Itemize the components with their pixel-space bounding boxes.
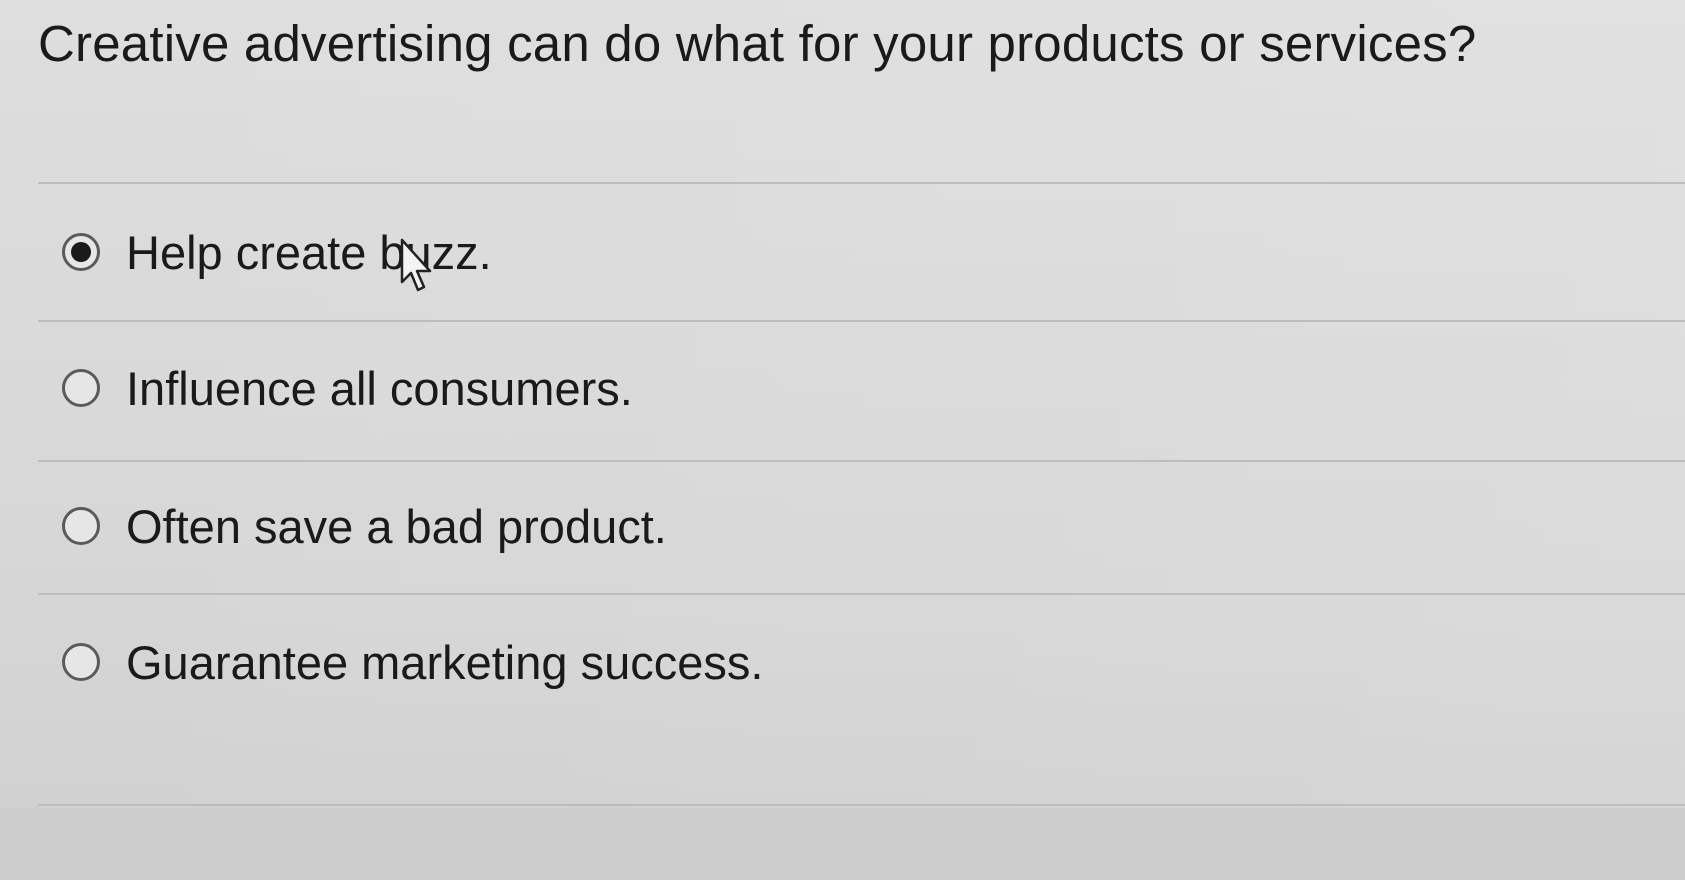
quiz-screen: Creative advertising can do what for you… [0, 0, 1685, 880]
radio-button[interactable] [62, 369, 100, 407]
radio-button[interactable] [62, 643, 100, 681]
answer-option-label: Help create buzz. [126, 225, 492, 279]
mouse-pointer-icon [400, 238, 432, 292]
answer-option-label: Influence all consumers. [126, 361, 633, 415]
divider [38, 460, 1685, 462]
radio-button-selected[interactable] [62, 233, 100, 271]
divider [38, 593, 1685, 595]
answer-option-3[interactable]: Often save a bad product. [62, 496, 667, 556]
answer-option-label: Often save a bad product. [126, 499, 667, 553]
answer-option-4[interactable]: Guarantee marketing success. [62, 632, 763, 692]
question-text: Creative advertising can do what for you… [38, 15, 1477, 72]
answer-option-label: Guarantee marketing success. [126, 635, 764, 689]
divider [38, 320, 1685, 322]
divider [38, 804, 1685, 806]
radio-button[interactable] [62, 507, 100, 545]
answer-option-2[interactable]: Influence all consumers. [62, 358, 633, 418]
bottom-band [0, 808, 1685, 880]
divider [38, 182, 1685, 184]
